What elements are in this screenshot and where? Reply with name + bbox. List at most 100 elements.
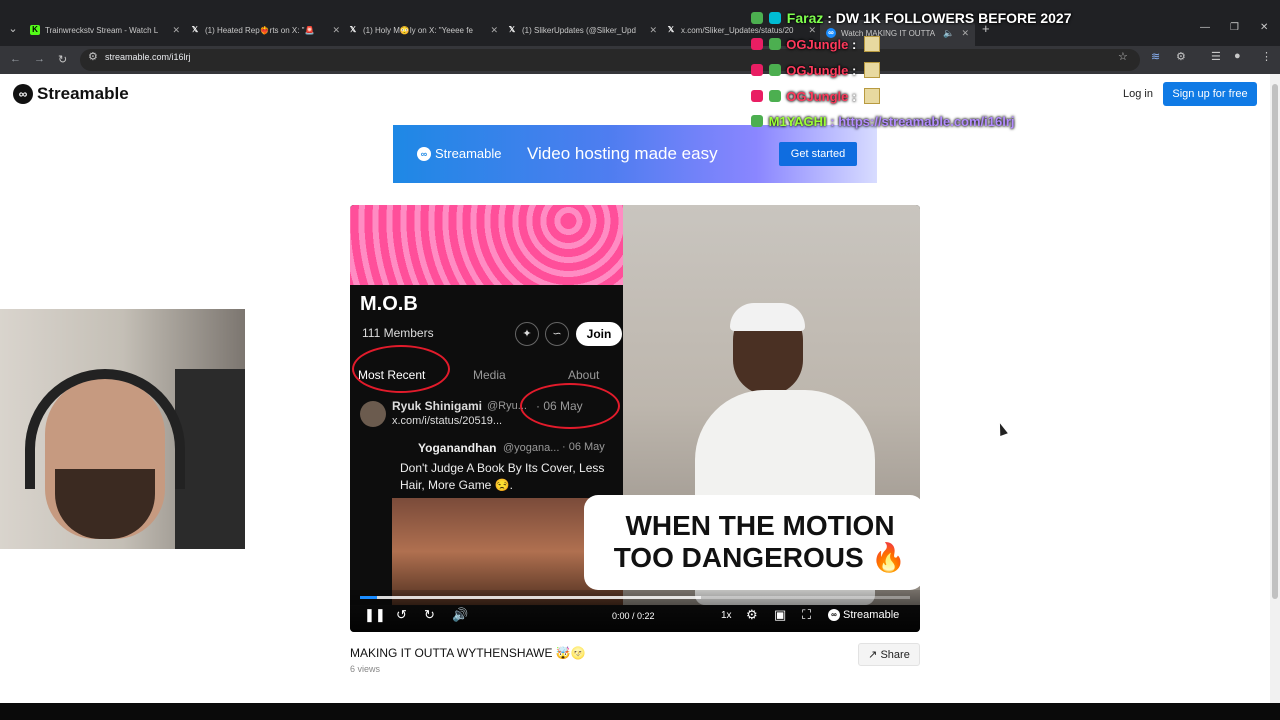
streamable-logo[interactable]: ∞ Streamable [13,84,129,104]
close-tab-icon[interactable]: ✕ [649,25,657,36]
rewind-icon[interactable]: ↺ [396,607,407,623]
share-node-icon: ∽ [545,322,569,346]
quoted-handle: @yogana... [503,442,560,454]
close-tab-icon[interactable]: ✕ [332,25,340,36]
tab-holy-moly[interactable]: 𝕏 (1) Holy M😳ly on X: "Yeeee fe ✕ [348,20,498,40]
quoted-author: Yoganandhan [418,441,497,455]
tab-trainwreckstv[interactable]: K Trainwreckstv Stream - Watch L ✕ [30,20,180,40]
post-author: Ryuk Shinigami [392,399,483,413]
scrollbar-thumb[interactable] [1272,84,1278,599]
player-brand[interactable]: ∞ Streamable [828,609,899,621]
progress-played [360,596,377,599]
chat-badge-icon [751,38,763,50]
minimize-icon[interactable]: — [1200,22,1210,33]
browser-menu-icon[interactable]: ⋮ [1261,50,1272,63]
ad-tagline: Video hosting made easy [527,144,718,163]
bookmark-star-icon[interactable]: ☆ [1118,50,1128,63]
back-arrow-icon[interactable]: ← [10,53,21,65]
red-annotation-circle [352,345,450,393]
x-icon: 𝕏 [508,25,516,34]
speaker-icon: 🔈 [943,27,955,38]
quoted-text: Don't Judge A Book By Its Cover, Less Ha… [400,461,605,492]
chat-badge-icon [768,12,781,24]
chat-badge-icon [768,38,781,50]
emote-icon [863,88,880,104]
join-label: Join [576,322,622,346]
headset [25,369,185,489]
playback-speed[interactable]: 1x [721,610,732,621]
extension-wave-icon[interactable]: ≋ [1151,50,1160,63]
streamable-icon: ∞ [417,146,431,161]
x-icon: 𝕏 [349,25,357,34]
sparkle-icon: ✦ [515,322,539,346]
ad-brand: ∞ Streamable [417,146,501,161]
chat-badge-icon [768,90,781,102]
close-tab-icon[interactable]: ✕ [490,25,498,36]
forward-arrow-icon[interactable]: → [34,53,45,65]
extensions-puzzle-icon[interactable]: ⚙ [1176,50,1186,63]
ad-banner[interactable]: ∞ Streamable Video hosting made easy Get… [393,125,877,183]
chat-message: M1YAGHI : https://streamable.com/i16lrj [751,114,1015,129]
chat-message: OGJungle : [751,88,880,104]
login-link[interactable]: Log in [1123,88,1153,100]
chat-badge-icon [751,90,763,102]
group-banner-image [350,205,623,285]
forward-icon[interactable]: ↻ [424,607,435,623]
tab-search-chevron-icon[interactable]: ⌄ [4,20,22,38]
post-date: · 06 May [536,399,583,413]
person-cap [730,303,805,331]
settings-gear-icon[interactable]: ⚙ [746,607,758,623]
x-icon: 𝕏 [191,25,199,34]
volume-icon[interactable]: 🔊 [452,607,468,623]
emote-icon [863,36,880,52]
chat-badge-icon [768,64,781,76]
url-field-box[interactable] [80,49,1140,71]
tab-heated-reports[interactable]: 𝕏 (1) Heated Rep❤️‍🔥rts on X: "🚨 ✕ [190,20,340,40]
webcam-overlay [0,309,245,549]
video-left-pane: M.O.B 111 Members ✦ ∽ Join Most Recent M… [350,205,623,605]
tab-sliker-updates[interactable]: 𝕏 (1) SlikerUpdates (@Sliker_Upd ✕ [507,20,657,40]
progress-buffered [360,596,701,599]
reload-icon[interactable]: ↻ [58,53,67,66]
avatar [360,401,386,427]
url-input[interactable]: streamable.com/i16lrj [105,52,191,62]
chat-badge-icon [751,12,763,24]
chat-badge-icon [751,64,763,76]
group-members: 111 Members [362,326,434,340]
x-icon: 𝕏 [667,25,675,34]
site-info-icon[interactable]: ⚙ [88,50,98,63]
close-tab-icon[interactable]: ✕ [961,28,969,39]
media-controls-icon[interactable]: ☰ [1211,50,1221,63]
close-tab-icon[interactable]: ✕ [172,25,180,36]
video-player[interactable]: M.O.B 111 Members ✦ ∽ Join Most Recent M… [350,205,920,632]
ad-get-started-button[interactable]: Get started [779,142,857,166]
video-views: 6 views [350,664,381,674]
streamable-icon: ∞ [828,609,840,621]
emote-icon [863,62,880,78]
tab-media: Media [473,368,506,382]
tab-about: About [568,368,600,382]
address-bar: ← → ↻ [0,46,1280,74]
share-icon: ↗ [868,649,878,661]
chat-message: Faraz : DW 1K FOLLOWERS BEFORE 2027 [751,10,1072,26]
maximize-icon[interactable]: ❐ [1230,22,1239,33]
pause-icon[interactable]: ❚❚ [364,607,386,623]
fullscreen-icon[interactable]: ⛶ [802,607,811,623]
chat-message: OGJungle : [751,62,880,78]
share-button[interactable]: ↗ Share [858,643,920,666]
video-caption: WHEN THE MOTION TOO DANGEROUS 🔥 [613,510,907,573]
picture-in-picture-icon[interactable]: ▣ [774,607,786,623]
signup-button[interactable]: Sign up for free [1163,82,1257,106]
window-close-icon[interactable]: ✕ [1260,22,1268,33]
taskbar-strip [0,703,1280,720]
chair [175,369,245,549]
chat-badge-icon [751,115,763,127]
profile-avatar-icon[interactable]: ● [1234,50,1241,62]
streamable-logo-icon: ∞ [13,84,33,104]
post-handle: @Ryu... [487,400,527,412]
chat-message: OGJungle : [751,36,880,52]
browser-tab-bar: ⌄ K Trainwreckstv Stream - Watch L ✕ 𝕏 (… [0,0,1280,46]
kick-icon: K [30,25,40,35]
post-link: x.com/i/status/20519... [392,415,503,427]
close-tab-icon[interactable]: ✕ [808,25,816,36]
